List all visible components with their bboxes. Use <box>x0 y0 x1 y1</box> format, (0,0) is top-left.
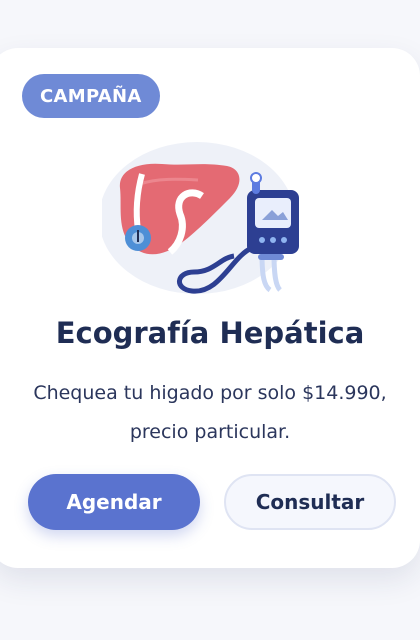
agendar-button[interactable]: Agendar <box>28 474 200 530</box>
campaign-badge: CAMPAÑA <box>22 74 160 118</box>
consultar-button[interactable]: Consultar <box>224 474 396 530</box>
card-description: Chequea tu higado por solo $14.990, prec… <box>33 382 387 443</box>
liver-ultrasound-icon <box>99 126 312 296</box>
card-title: Ecografía Hepática <box>55 316 365 350</box>
campaign-card: CAMPAÑA Ecografía Hepática Chequea tu hi… <box>0 48 420 568</box>
